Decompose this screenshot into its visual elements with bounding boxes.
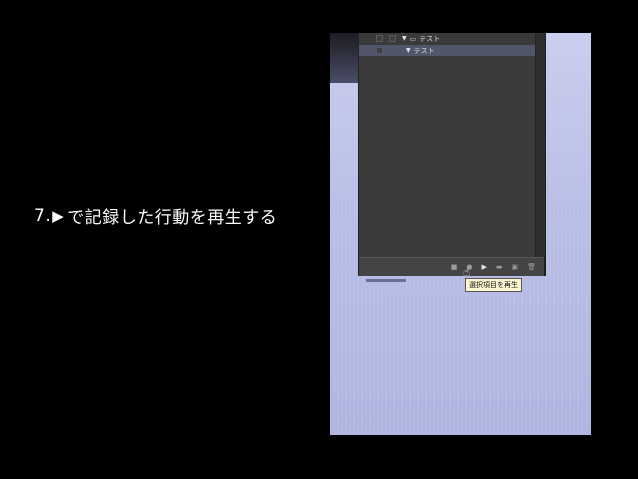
expand-triangle-icon[interactable]: ▼ xyxy=(406,47,411,54)
dialog-toggle-checkbox[interactable] xyxy=(389,35,396,42)
folder-icon: ▭ xyxy=(409,34,417,43)
tooltip: 選択項目を再生 xyxy=(465,278,522,292)
desktop-strip xyxy=(366,279,406,282)
caption-number: 7. xyxy=(34,205,52,226)
scrollbar[interactable] xyxy=(535,33,545,257)
play-icon: ▶ xyxy=(52,206,65,225)
new-action-icon[interactable]: ▣ xyxy=(511,263,518,271)
slide-caption: 7. ▶ で記録した行動を再生する xyxy=(34,203,278,229)
toggle-checkbox[interactable] xyxy=(376,35,383,42)
hand-cursor-icon: ☝ xyxy=(463,265,471,279)
action-set-label: テスト xyxy=(419,34,441,43)
actions-toolbar: ■ ● ▶ ▬ ▣ 🗑 xyxy=(359,257,544,276)
new-set-icon[interactable]: ▬ xyxy=(496,263,503,271)
actions-panel: ▼ ▭ テスト ▼ テスト ■ ● ▶ ▬ ▣ 🗑 xyxy=(358,33,546,276)
action-row[interactable]: ▼ テスト xyxy=(359,45,535,56)
play-icon[interactable]: ▶ xyxy=(481,263,486,271)
screenshot: ▼ ▭ テスト ▼ テスト ■ ● ▶ ▬ ▣ 🗑 ☝ 選択項目を再生 xyxy=(330,33,591,435)
delete-icon[interactable]: 🗑 xyxy=(527,263,536,271)
action-label: テスト xyxy=(413,46,435,55)
toggle-checkbox[interactable] xyxy=(376,47,383,54)
expand-triangle-icon[interactable]: ▼ xyxy=(402,35,407,42)
stop-icon[interactable]: ■ xyxy=(451,263,458,271)
caption-text: で記録した行動を再生する xyxy=(67,208,278,228)
action-set-row[interactable]: ▼ ▭ テスト xyxy=(359,33,535,44)
